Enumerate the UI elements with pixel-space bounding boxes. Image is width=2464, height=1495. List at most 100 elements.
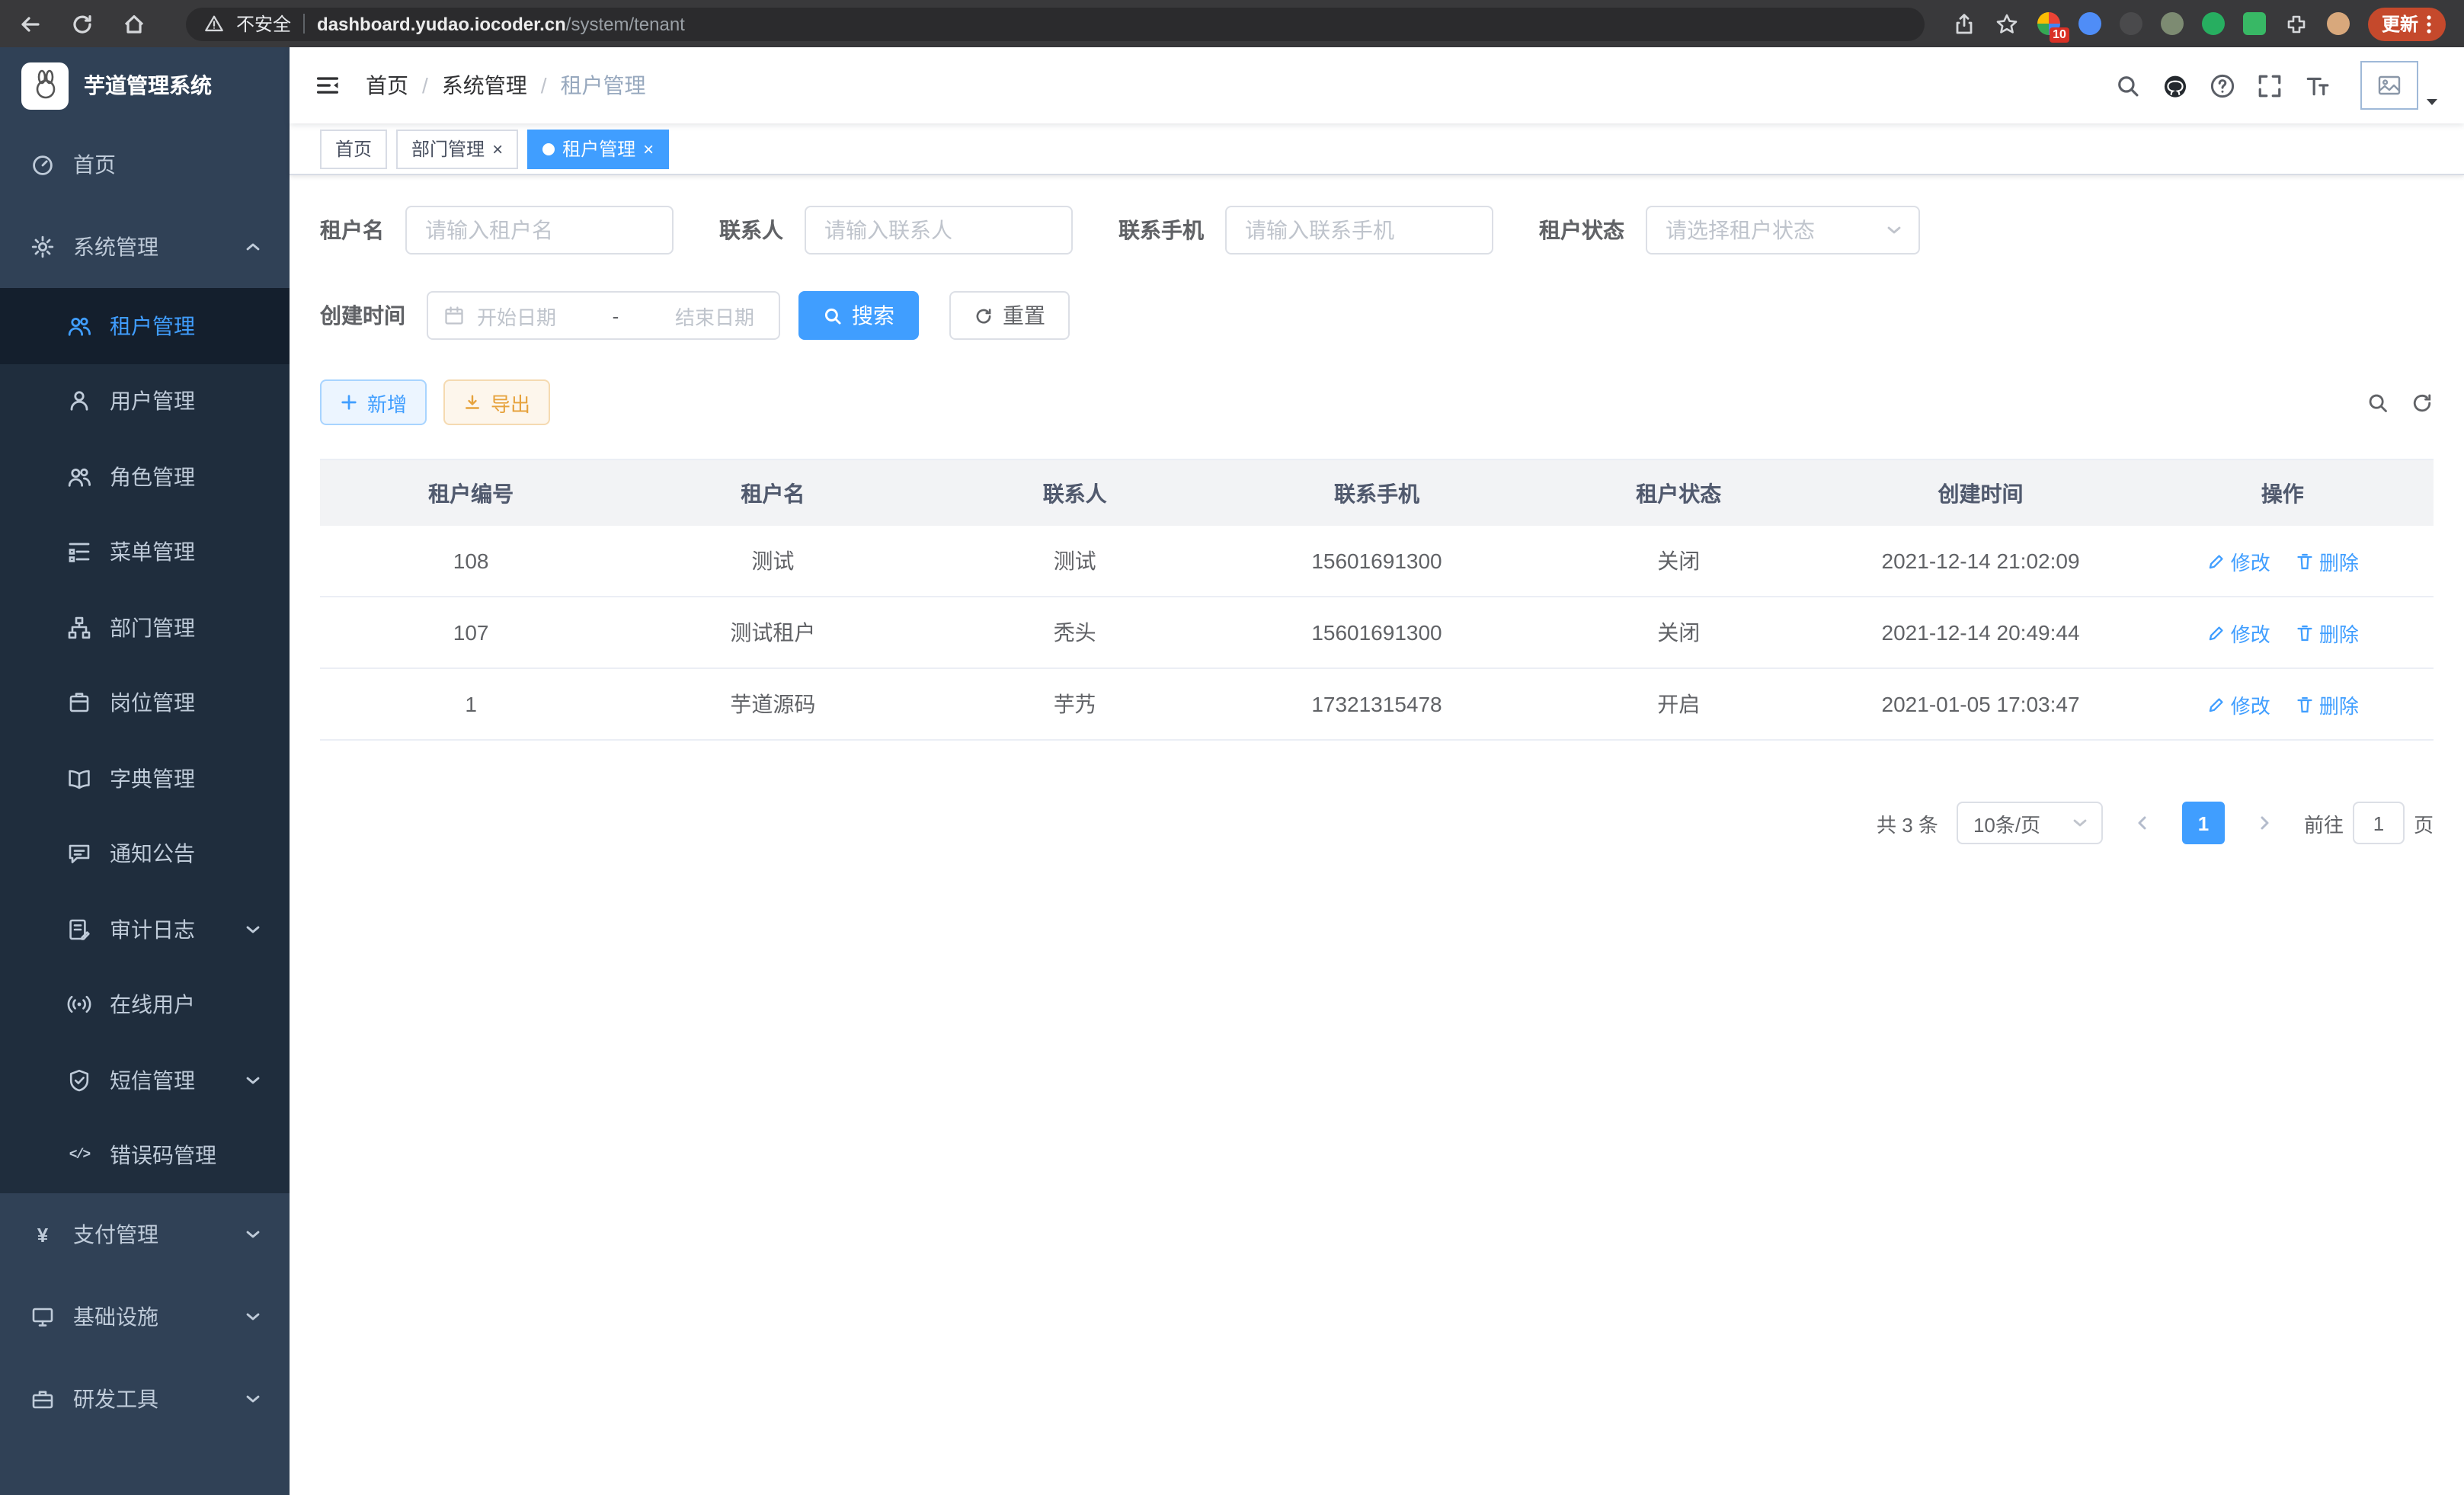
back-icon[interactable] — [18, 11, 43, 36]
font-size-icon[interactable] — [2304, 72, 2330, 98]
status-select[interactable]: 请选择租户状态 — [1646, 206, 1920, 255]
sidebar-item-payment[interactable]: ¥ 支付管理 — [0, 1193, 290, 1276]
col-header: 租户编号 — [320, 478, 622, 508]
navbar: 首页 / 系统管理 / 租户管理 — [290, 47, 2464, 123]
profile-avatar-icon[interactable] — [2327, 12, 2350, 35]
sidebar-item-sms[interactable]: 短信管理 — [0, 1042, 290, 1118]
sidebar-item-errcode[interactable]: </> 错误码管理 — [0, 1118, 290, 1193]
phone-input[interactable] — [1225, 206, 1493, 255]
goto-prefix: 前往 — [2304, 808, 2344, 837]
sidebar-item-home[interactable]: 首页 — [0, 123, 290, 206]
goto-page-input[interactable] — [2353, 802, 2405, 844]
search-button[interactable]: 搜索 — [798, 291, 919, 340]
url-text[interactable]: dashboard.yudao.iocoder.cn/system/tenant — [317, 13, 685, 34]
total-count: 共 3 条 — [1877, 808, 1938, 837]
export-button[interactable]: 导出 — [443, 379, 550, 425]
home-icon[interactable] — [122, 11, 146, 36]
online-signal-icon — [67, 993, 91, 1017]
sidebar-item-system[interactable]: 系统管理 — [0, 206, 290, 288]
gear-icon — [30, 235, 55, 259]
prev-page-button[interactable] — [2121, 802, 2164, 844]
reload-icon[interactable] — [70, 11, 94, 36]
breadcrumb-system[interactable]: 系统管理 — [442, 70, 527, 101]
help-icon[interactable] — [2210, 72, 2235, 98]
sidebar-fold-icon[interactable] — [314, 72, 341, 99]
breadcrumb: 首页 / 系统管理 / 租户管理 — [366, 70, 646, 101]
system-submenu: 租户管理 用户管理 角色管理 菜单管理 部门管理 — [0, 288, 290, 1193]
sms-shield-icon — [67, 1068, 91, 1093]
sidebar-item-audit-log[interactable]: 审计日志 — [0, 892, 290, 967]
tags-view: 首页 部门管理× 租户管理× — [290, 123, 2464, 175]
cell-status: 关闭 — [1528, 617, 1829, 648]
next-page-button[interactable] — [2243, 802, 2286, 844]
sidebar-item-dept[interactable]: 部门管理 — [0, 590, 290, 665]
sidebar-item-online-user[interactable]: 在线用户 — [0, 967, 290, 1042]
sidebar-item-infra[interactable]: 基础设施 — [0, 1276, 290, 1358]
goto-suffix: 页 — [2414, 808, 2434, 837]
range-separator: - — [568, 304, 663, 327]
cell-name: 测试 — [622, 546, 923, 576]
page-size-select[interactable]: 10条/页 — [1957, 802, 2103, 844]
end-date-placeholder[interactable]: 结束日期 — [675, 301, 754, 330]
chevron-up-icon — [244, 238, 262, 256]
extension-icon-blue[interactable] — [2078, 12, 2101, 35]
github-icon[interactable] — [2162, 72, 2188, 98]
date-range-picker[interactable]: 开始日期 - 结束日期 — [427, 291, 780, 340]
col-header: 联系人 — [924, 478, 1226, 508]
fullscreen-icon[interactable] — [2257, 72, 2283, 98]
cell-contact: 芋艿 — [924, 689, 1226, 719]
search-icon — [823, 306, 843, 325]
delete-link[interactable]: 删除 — [2295, 690, 2359, 719]
contact-input[interactable] — [805, 206, 1073, 255]
cell-phone: 15601691300 — [1226, 620, 1528, 645]
share-icon[interactable] — [1952, 11, 1976, 36]
bookmark-star-icon[interactable] — [1995, 11, 2019, 36]
sidebar-item-devtool[interactable]: 研发工具 — [0, 1358, 290, 1440]
tenant-name-input[interactable] — [405, 206, 674, 255]
chevron-down-icon — [244, 920, 262, 939]
url-bar[interactable]: 不安全 dashboard.yudao.iocoder.cn/system/te… — [186, 7, 1925, 40]
breadcrumb-home[interactable]: 首页 — [366, 70, 408, 101]
cell-created: 2021-12-14 21:02:09 — [1829, 549, 2131, 573]
extension-icon-dark[interactable] — [2120, 12, 2142, 35]
tab-home[interactable]: 首页 — [320, 129, 387, 168]
sidebar-item-post[interactable]: 岗位管理 — [0, 665, 290, 741]
sidebar-item-role[interactable]: 角色管理 — [0, 439, 290, 514]
sidebar-item-user[interactable]: 用户管理 — [0, 363, 290, 439]
chrome-update-button[interactable]: 更新 — [2368, 7, 2446, 40]
menu-list-icon — [67, 540, 91, 565]
start-date-placeholder[interactable]: 开始日期 — [477, 301, 556, 330]
tab-tenant[interactable]: 租户管理× — [527, 129, 669, 168]
close-icon[interactable]: × — [643, 139, 654, 158]
sidebar-item-tenant[interactable]: 租户管理 — [0, 288, 290, 363]
puzzle-extensions-icon[interactable] — [2284, 11, 2309, 36]
refresh-table-icon[interactable] — [2411, 391, 2434, 414]
tab-dept[interactable]: 部门管理× — [396, 129, 518, 168]
tenants-icon — [67, 314, 91, 338]
edit-link[interactable]: 修改 — [2206, 690, 2270, 719]
current-page[interactable]: 1 — [2182, 802, 2225, 844]
extension-icon-olive[interactable] — [2161, 12, 2184, 35]
user-avatar[interactable] — [2360, 61, 2440, 110]
code-icon: </> — [67, 1148, 91, 1164]
close-icon[interactable]: × — [492, 139, 503, 158]
extension-icon-green-circle[interactable] — [2202, 12, 2225, 35]
delete-link[interactable]: 删除 — [2295, 618, 2359, 647]
header-search-icon[interactable] — [2115, 72, 2141, 98]
toggle-search-icon[interactable] — [2366, 391, 2389, 414]
add-button[interactable]: 新增 — [320, 379, 427, 425]
caret-down-icon — [2424, 94, 2440, 110]
reset-button[interactable]: 重置 — [949, 291, 1070, 340]
security-label[interactable]: 不安全 — [236, 11, 291, 37]
extension-icon-green-square[interactable] — [2243, 12, 2266, 35]
sidebar-item-menu[interactable]: 菜单管理 — [0, 514, 290, 590]
sidebar-item-notice[interactable]: 通知公告 — [0, 816, 290, 892]
edit-link[interactable]: 修改 — [2206, 546, 2270, 575]
chevron-down-icon — [244, 1071, 262, 1090]
kebab-menu-icon[interactable] — [2426, 13, 2432, 34]
edit-link[interactable]: 修改 — [2206, 618, 2270, 647]
col-header: 操作 — [2132, 478, 2434, 508]
delete-link[interactable]: 删除 — [2295, 546, 2359, 575]
sidebar-item-dict[interactable]: 字典管理 — [0, 741, 290, 816]
extension-icon-colorful[interactable]: 10 — [2037, 12, 2060, 35]
